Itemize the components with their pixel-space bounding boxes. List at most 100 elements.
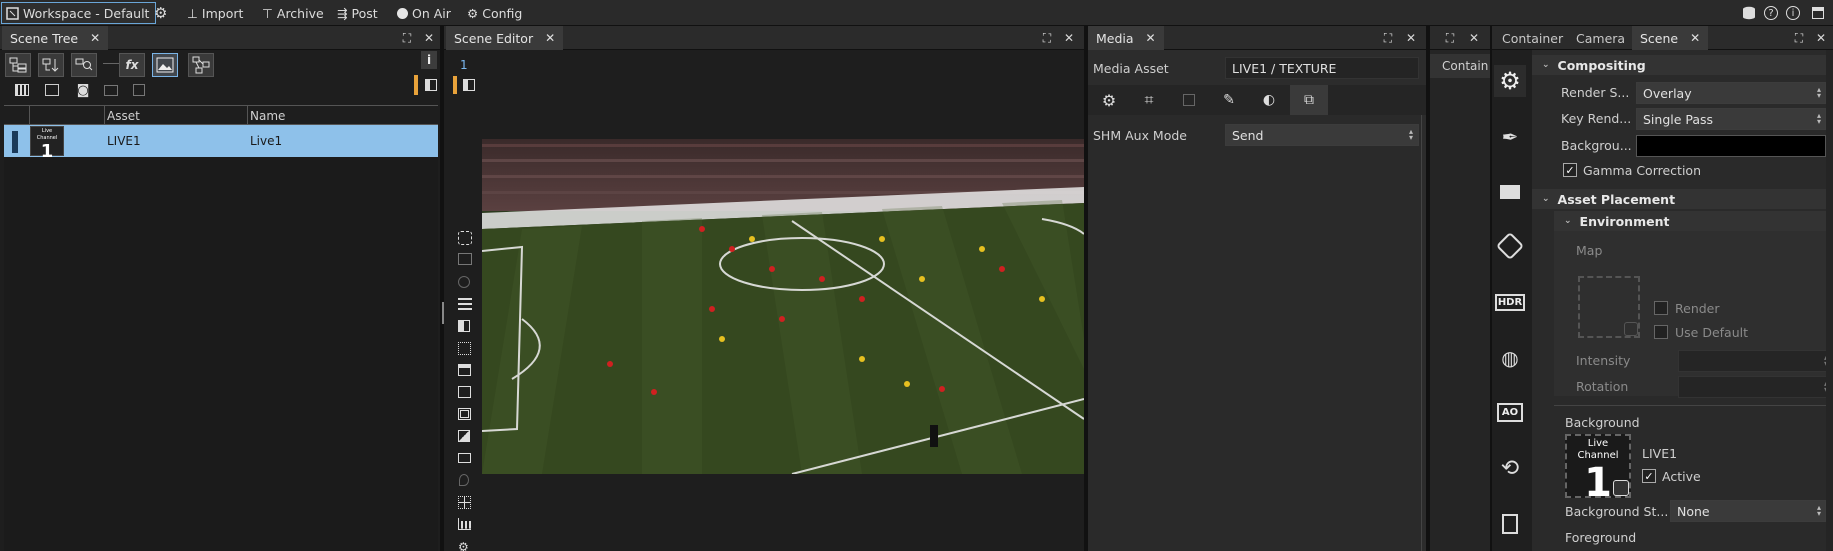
column-header-name[interactable]: Name: [250, 109, 285, 123]
maximize-icon[interactable]: ⛶: [1380, 30, 1396, 46]
compositing-section[interactable]: ⌄ Compositing: [1532, 55, 1833, 75]
tab-scene[interactable]: Scene ✕: [1632, 26, 1709, 50]
background-style-select[interactable]: None ▴ ▾: [1670, 500, 1826, 522]
panel-split-icon[interactable]: [425, 79, 437, 91]
add-camera-button[interactable]: ◙: [73, 81, 93, 99]
properties-scrollbar[interactable]: [1826, 50, 1833, 551]
database-button[interactable]: [1742, 3, 1756, 23]
environment-section[interactable]: ⌄ Environment: [1554, 211, 1833, 231]
tab-crop[interactable]: ⌗: [1130, 85, 1168, 115]
tool-camera-icon[interactable]: [458, 253, 472, 265]
globe-icon[interactable]: ◍: [1494, 342, 1526, 374]
gear-icon[interactable]: ⚙: [1494, 65, 1526, 97]
tab-brush[interactable]: ✎: [1210, 85, 1248, 115]
workspace-selector[interactable]: Workspace - Default: [1, 2, 157, 24]
add-container-button[interactable]: [12, 81, 32, 99]
table-row[interactable]: Live Channel 1 LIVE1 Live1: [4, 125, 438, 162]
tool-grid-icon[interactable]: [458, 496, 471, 509]
tab-camera[interactable]: Camera: [1568, 26, 1633, 50]
media-asset-field[interactable]: LIVE1 / TEXTURE: [1225, 57, 1419, 79]
close-icon[interactable]: ✕: [1061, 30, 1077, 46]
shm-aux-mode-select[interactable]: Send ▴ ▾: [1225, 124, 1419, 146]
tool-calendar-icon[interactable]: [458, 364, 471, 376]
close-icon[interactable]: ✕: [1466, 30, 1482, 46]
tool-frame-icon[interactable]: [458, 408, 471, 420]
add-group-button[interactable]: [42, 81, 62, 99]
background-thumbnail[interactable]: Live Channel 1: [1565, 434, 1631, 504]
active-checkbox[interactable]: ✓: [1642, 469, 1656, 483]
map-drop-slot[interactable]: [1578, 276, 1640, 338]
hdr-icon[interactable]: HDR: [1494, 286, 1526, 318]
tab-audio[interactable]: ◐: [1250, 85, 1288, 115]
workspace-settings-button[interactable]: ⚙: [154, 3, 167, 23]
refresh-icon[interactable]: ⟲: [1494, 452, 1526, 484]
layer-indicator[interactable]: [453, 76, 457, 94]
export-icon[interactable]: [1494, 508, 1526, 540]
maximize-icon[interactable]: ⛶: [1039, 30, 1055, 46]
close-icon[interactable]: ✕: [1690, 31, 1700, 45]
render-setup-select[interactable]: Overlay ▴ ▾: [1636, 82, 1826, 104]
tool-adjust-icon[interactable]: [458, 298, 472, 310]
panel-split-icon[interactable]: [463, 79, 475, 91]
close-icon[interactable]: ✕: [1403, 30, 1419, 46]
maximize-icon[interactable]: ⛶: [1791, 30, 1807, 46]
maximize-icon[interactable]: ⛶: [1442, 30, 1458, 46]
close-icon[interactable]: ✕: [421, 30, 437, 46]
tool-mask-icon[interactable]: [458, 430, 470, 442]
editor-viewport[interactable]: [482, 50, 1084, 551]
close-icon[interactable]: ✕: [1813, 30, 1829, 46]
replace-icon[interactable]: [1613, 480, 1629, 496]
tool-gear-icon[interactable]: ⚙: [458, 540, 469, 551]
about-button[interactable]: i: [1786, 3, 1800, 23]
asset-placement-section[interactable]: ⌄ Asset Placement: [1532, 189, 1833, 209]
help-button[interactable]: ?: [1764, 3, 1778, 23]
tool-crop-icon[interactable]: [458, 342, 471, 355]
tool-contrast-icon[interactable]: [458, 320, 470, 332]
config-button[interactable]: ⚙ Config: [467, 3, 522, 23]
use-default-checkbox[interactable]: [1654, 325, 1668, 339]
archive-button[interactable]: ⊤ Archive: [262, 3, 324, 23]
panel-toggle-indicator[interactable]: [414, 75, 418, 95]
add-screen-button[interactable]: [101, 81, 121, 99]
close-icon[interactable]: ✕: [545, 31, 555, 45]
replace-icon[interactable]: [1624, 322, 1638, 336]
panel-menu-button[interactable]: [1812, 3, 1824, 23]
import-button[interactable]: ⊥ Import: [187, 3, 243, 23]
post-button[interactable]: ⇶ Post: [337, 3, 378, 23]
camera-icon[interactable]: [1494, 230, 1526, 262]
add-layer-button[interactable]: [129, 81, 149, 99]
key-render-select[interactable]: Single Pass ▴ ▾: [1636, 108, 1826, 130]
background-color-swatch[interactable]: [1636, 135, 1826, 157]
search-tree-button[interactable]: [71, 53, 97, 77]
render-checkbox[interactable]: [1654, 301, 1668, 315]
tab-scene-tree[interactable]: Scene Tree ✕: [2, 26, 109, 50]
info-button[interactable]: i: [421, 51, 437, 69]
close-icon[interactable]: ✕: [90, 31, 100, 45]
maximize-icon[interactable]: ⛶: [399, 30, 415, 46]
layers-icon[interactable]: [1494, 176, 1526, 208]
column-header-asset[interactable]: Asset: [107, 109, 140, 123]
rotation-field[interactable]: ▴▾: [1678, 376, 1833, 398]
hierarchy-button[interactable]: [188, 53, 214, 77]
image-view-button[interactable]: [152, 53, 178, 77]
tab-container[interactable]: Container: [1494, 26, 1571, 50]
pen-icon[interactable]: ✒: [1494, 121, 1526, 153]
tab-channels[interactable]: [1170, 85, 1208, 115]
intensity-field[interactable]: ▴▾: [1678, 350, 1833, 372]
container-stub-tab[interactable]: Contain: [1430, 54, 1490, 78]
sort-tree-button[interactable]: [38, 53, 64, 77]
tree-view-button[interactable]: [5, 53, 31, 77]
effects-button[interactable]: fx: [119, 53, 145, 77]
ao-icon[interactable]: AO: [1494, 396, 1526, 428]
tool-rectangle-icon[interactable]: [458, 453, 471, 463]
layer-number[interactable]: 1: [460, 58, 468, 72]
close-icon[interactable]: ✕: [1146, 31, 1156, 45]
tool-chart-icon[interactable]: [458, 518, 471, 530]
tool-focus-icon[interactable]: [458, 231, 472, 245]
tab-share[interactable]: ⧉: [1290, 85, 1328, 115]
tab-general[interactable]: ⚙: [1090, 85, 1128, 115]
gamma-correction-checkbox[interactable]: ✓: [1563, 163, 1577, 177]
tool-pin-icon[interactable]: [459, 474, 469, 486]
tab-media[interactable]: Media ✕: [1088, 26, 1164, 50]
scene-preview[interactable]: [482, 139, 1084, 474]
